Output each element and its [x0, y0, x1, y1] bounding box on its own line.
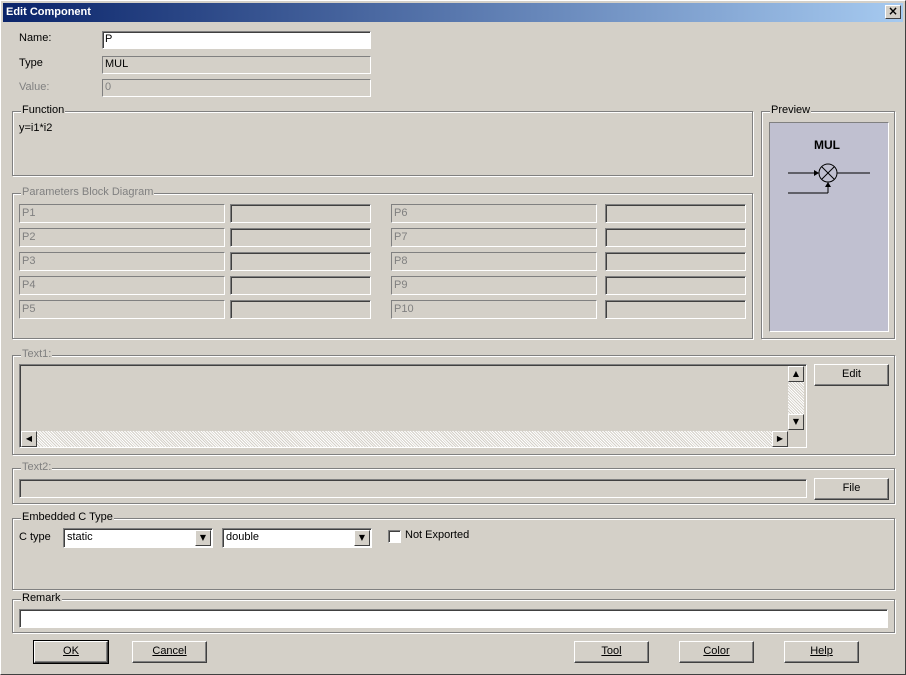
remark-group-title: Remark — [21, 592, 62, 604]
preview-canvas: MUL — [769, 122, 889, 332]
edit-button[interactable]: Edit — [814, 364, 889, 386]
text1-group-title: Text1: — [21, 348, 53, 360]
function-text: y=i1*i2 — [19, 122, 53, 134]
param-label-p7: P7 — [391, 228, 597, 247]
color-button[interactable]: Color — [679, 641, 754, 663]
function-group: Function y=i1*i2 — [12, 104, 753, 176]
preview-group: Preview MUL — [761, 104, 895, 339]
param-value-p6 — [605, 204, 746, 223]
remark-input[interactable] — [19, 609, 888, 628]
text2-group-title: Text2: — [21, 461, 53, 473]
tool-button[interactable]: Tool — [574, 641, 649, 663]
storage-class-value: static — [67, 531, 93, 543]
param-label-p3: P3 — [19, 252, 225, 271]
name-input[interactable]: P — [102, 31, 371, 49]
chevron-down-icon[interactable]: ▼ — [354, 530, 370, 546]
storage-class-select[interactable]: static ▼ — [63, 528, 213, 548]
param-label-p9: P9 — [391, 276, 597, 295]
text2-group: Text2: File — [12, 461, 895, 504]
scroll-up-button[interactable]: ▲ — [788, 366, 804, 382]
ctype-label: C type — [19, 531, 51, 543]
data-type-select[interactable]: double ▼ — [222, 528, 372, 548]
color-button-label: Color — [703, 645, 730, 657]
param-value-p5 — [230, 300, 371, 319]
param-value-p1 — [230, 204, 371, 223]
cancel-button[interactable]: Cancel — [132, 641, 207, 663]
scroll-down-button[interactable]: ▼ — [788, 414, 804, 430]
scroll-down-icon: ▼ — [792, 417, 800, 426]
param-label-p5: P5 — [19, 300, 225, 319]
param-label-p10: P10 — [391, 300, 597, 319]
parameters-group-title: Parameters Block Diagram — [21, 186, 155, 198]
param-value-p4 — [230, 276, 371, 295]
text1-horizontal-scrollbar[interactable] — [21, 431, 788, 447]
close-icon: × — [887, 4, 899, 18]
param-label-p6: P6 — [391, 204, 597, 223]
text1-group: Text1: ▲ ▼ ◀ ▶ Edit — [12, 348, 895, 455]
embedded-c-type-group: Embedded C Type C type static ▼ double ▼… — [12, 511, 895, 590]
parameters-group: Parameters Block Diagram P1 P2 P3 P4 P5 … — [12, 186, 753, 339]
param-value-p2 — [230, 228, 371, 247]
data-type-value: double — [226, 531, 260, 543]
edit-component-dialog: Edit Component × Name: P Type MUL Value:… — [0, 0, 906, 675]
text2-field[interactable] — [19, 479, 807, 498]
function-group-title: Function — [21, 104, 66, 116]
scroll-right-icon: ▶ — [776, 434, 784, 443]
param-label-p1: P1 — [19, 204, 225, 223]
ok-button-label: OK — [63, 645, 79, 657]
window-title: Edit Component — [6, 6, 91, 18]
value-label: Value: — [19, 81, 50, 93]
multiply-block-diagram — [788, 163, 870, 194]
preview-block-label: MUL — [814, 138, 840, 152]
scroll-left-icon: ◀ — [25, 434, 33, 443]
scroll-right-button[interactable]: ▶ — [772, 431, 788, 447]
scroll-up-icon: ▲ — [792, 369, 800, 378]
help-button[interactable]: Help — [784, 641, 859, 663]
chevron-down-icon[interactable]: ▼ — [195, 530, 211, 546]
param-value-p7 — [605, 228, 746, 247]
not-exported-checkbox[interactable] — [388, 530, 401, 543]
close-button[interactable]: × — [885, 5, 901, 19]
not-exported-label[interactable]: Not Exported — [405, 529, 469, 541]
type-field: MUL — [102, 56, 371, 74]
type-label: Type — [19, 57, 43, 69]
name-label: Name: — [19, 32, 52, 44]
remark-group: Remark — [12, 592, 895, 633]
scroll-left-button[interactable]: ◀ — [21, 431, 37, 447]
title-bar: Edit Component — [3, 3, 903, 22]
param-label-p4: P4 — [19, 276, 225, 295]
tool-button-label: Tool — [601, 645, 622, 657]
preview-group-title: Preview — [770, 104, 812, 116]
param-value-p8 — [605, 252, 746, 271]
embedded-group-title: Embedded C Type — [21, 511, 114, 523]
text1-textarea[interactable]: ▲ ▼ ◀ ▶ — [19, 364, 807, 448]
param-value-p9 — [605, 276, 746, 295]
value-field: 0 — [102, 79, 371, 97]
file-button[interactable]: File — [814, 478, 889, 500]
param-label-p8: P8 — [391, 252, 597, 271]
param-value-p3 — [230, 252, 371, 271]
help-button-label: Help — [810, 645, 833, 657]
ok-button[interactable]: OK — [33, 640, 109, 664]
param-value-p10 — [605, 300, 746, 319]
param-label-p2: P2 — [19, 228, 225, 247]
cancel-button-label: Cancel — [152, 645, 187, 657]
